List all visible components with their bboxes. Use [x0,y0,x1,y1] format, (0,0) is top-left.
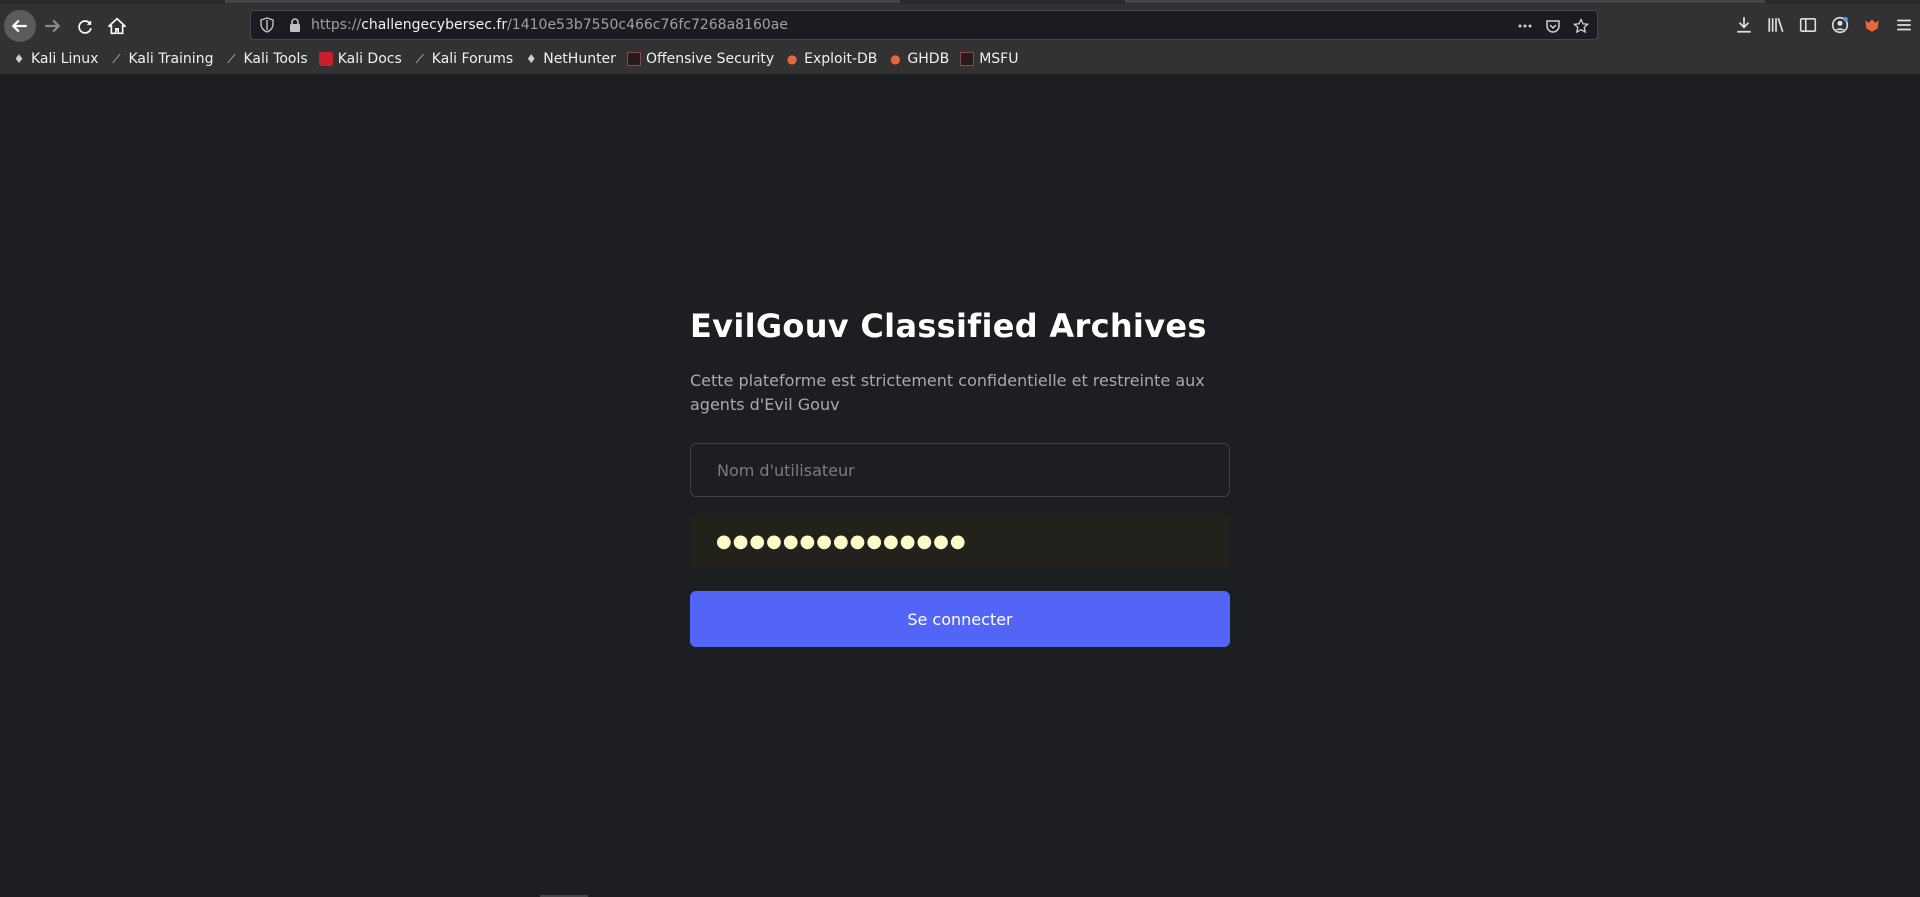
star-icon [1573,18,1589,34]
bookmark-label: MSFU [979,51,1019,67]
fox-extension-icon [1865,19,1879,32]
page-content: EvilGouv Classified Archives Cette plate… [0,76,1920,897]
hamburger-menu-icon [1897,19,1911,31]
download-icon [1737,17,1751,33]
bookmark-label: Kali Docs [337,51,402,67]
kali-docs-icon [318,52,333,66]
library-button[interactable] [1760,10,1792,40]
home-icon [108,17,126,35]
back-button[interactable] [4,10,36,42]
ghdb-icon: ● [890,52,901,66]
bookmark-kali-linux[interactable]: ♦ Kali Linux [12,51,99,67]
account-button[interactable] [1824,10,1856,40]
kali-sword-icon: ⟋ [415,52,424,66]
toolbar-right [1728,10,1920,40]
reload-button[interactable] [69,10,101,42]
msfu-icon [960,52,975,66]
bookmark-label: GHDB [907,51,950,67]
more-dots-icon [1518,24,1532,28]
sidebar-button[interactable] [1792,10,1824,40]
bookmark-label: Offensive Security [645,51,775,67]
sidebar-icon [1799,18,1817,32]
home-button[interactable] [101,10,133,42]
back-arrow-icon [11,19,27,33]
pocket-icon [1546,20,1560,33]
navigation-toolbar: https://challengecybersec.fr/1410e53b755… [0,4,1920,44]
bookmark-label: Kali Forums [431,51,514,67]
url-path: /1410e53b7550c466c76fc7268a8160ae [507,17,788,33]
bookmark-label: Exploit-DB [804,51,878,67]
menu-button[interactable] [1888,10,1920,40]
page-actions-button[interactable] [1515,16,1535,36]
password-input[interactable]: ●●●●●●●●●●●●●●● [690,514,1230,568]
offsec-icon [626,52,641,66]
account-icon [1831,16,1849,34]
tracking-protection-shield-icon[interactable] [259,17,275,33]
extension-button[interactable] [1856,10,1888,40]
kali-dragon-icon: ♦ [525,52,537,66]
bookmark-offensive-security[interactable]: Offensive Security [626,51,775,67]
bookmarks-toolbar: ♦ Kali Linux ⟋ Kali Training ⟋ Kali Tools K… [0,44,1920,75]
url-text[interactable]: https://challengecybersec.fr/1410e53b755… [311,17,788,33]
url-prefix: https:// [311,17,362,33]
login-button[interactable]: Se connecter [690,591,1230,647]
kali-sword-icon: ⟋ [227,52,236,66]
page-title: EvilGouv Classified Archives [690,307,1207,345]
bookmark-label: Kali Linux [31,51,99,67]
forward-arrow-icon [45,19,61,33]
bookmark-kali-tools[interactable]: ⟋ Kali Tools [224,51,307,67]
login-form: EvilGouv Classified Archives Cette plate… [690,307,1230,647]
pocket-button[interactable] [1543,16,1563,36]
bookmark-label: Kali Training [128,51,214,67]
reload-icon [78,20,92,34]
forward-button[interactable] [36,10,68,42]
address-bar-actions [1515,16,1591,36]
address-bar[interactable]: https://challengecybersec.fr/1410e53b755… [250,10,1598,40]
bookmark-kali-docs[interactable]: Kali Docs [318,51,402,67]
page-subtitle: Cette plateforme est strictement confide… [690,371,1205,414]
bookmark-kali-forums[interactable]: ⟋ Kali Forums [413,51,514,67]
bookmark-ghdb[interactable]: ● GHDB [888,51,949,67]
bookmark-exploit-db[interactable]: ● Exploit-DB [785,51,878,67]
library-icon [1768,17,1784,33]
bookmark-msfu[interactable]: MSFU [960,51,1018,67]
url-host: challengecybersec.fr [361,17,508,33]
lock-icon[interactable] [287,17,303,33]
tab-indicator [1125,0,1765,3]
username-input[interactable]: Nom d'utilisateur [690,443,1230,497]
bookmark-nethunter[interactable]: ♦ NetHunter [524,51,616,67]
bookmark-label: Kali Tools [243,51,308,67]
active-tab-indicator [225,0,900,3]
bookmark-star-button[interactable] [1571,16,1591,36]
bookmark-kali-training[interactable]: ⟋ Kali Training [109,51,213,67]
kali-sword-icon: ⟋ [112,52,121,66]
bookmark-label: NetHunter [543,51,616,67]
downloads-button[interactable] [1728,10,1760,40]
kali-dragon-icon: ♦ [13,52,25,66]
exploit-db-icon: ● [786,52,798,66]
